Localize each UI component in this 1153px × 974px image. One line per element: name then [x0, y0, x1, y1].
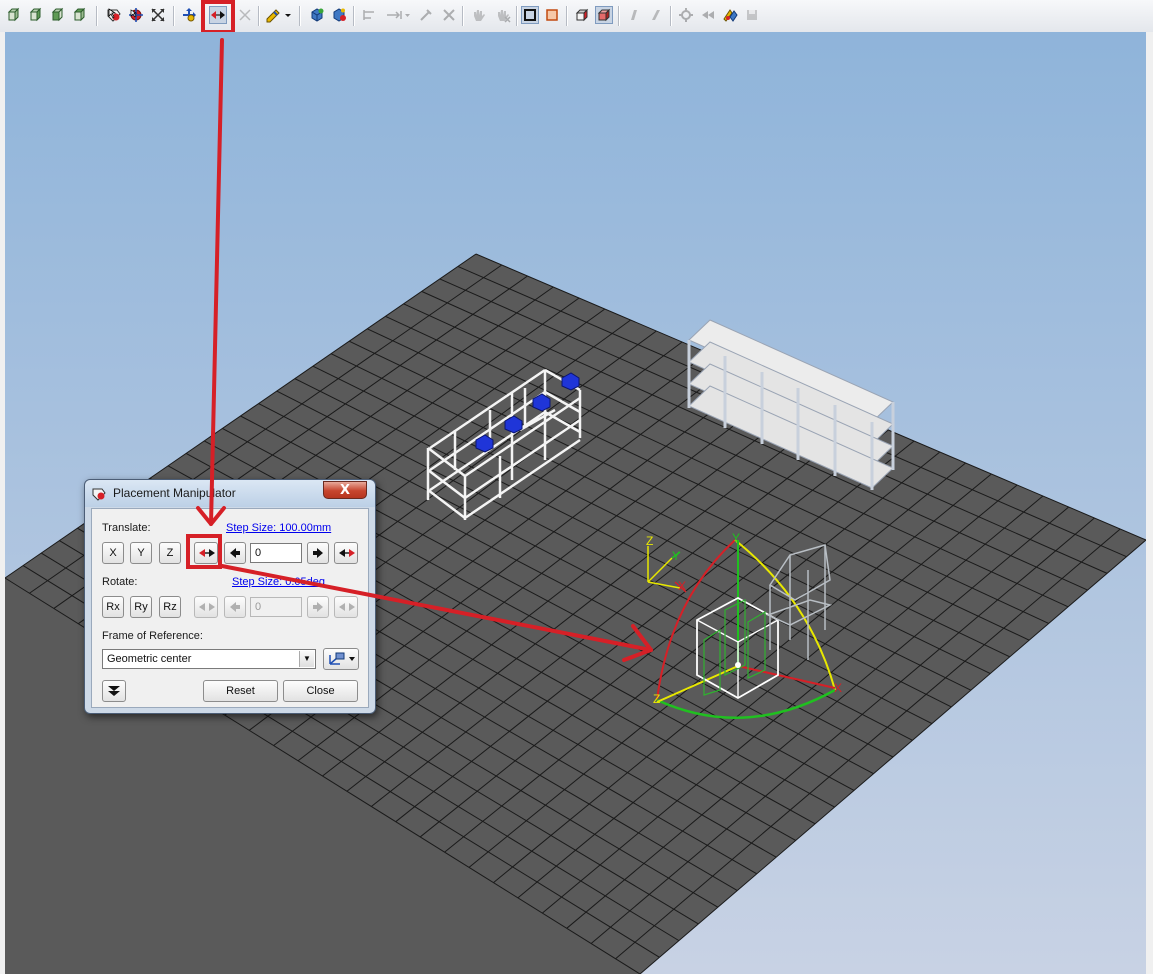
- translate-z-button[interactable]: Z: [159, 542, 181, 564]
- rotate-step-size-link[interactable]: Step Size: 0.05deg: [232, 576, 325, 588]
- iso-view-front-icon[interactable]: [5, 6, 23, 24]
- hand-icon: [470, 6, 488, 24]
- translate-value-input[interactable]: 0: [250, 543, 302, 563]
- align-icon: [361, 6, 379, 24]
- toolbar-separator: [670, 6, 672, 26]
- gizmo-label-z-small: Z: [646, 534, 653, 548]
- toolbar-separator: [96, 6, 98, 26]
- snap-axes-icon[interactable]: [180, 6, 198, 24]
- translate-label: Translate:: [102, 522, 151, 534]
- gizmo-label-x: X: [834, 681, 842, 695]
- snap-arrows-icon: [339, 549, 355, 557]
- box-view-icon[interactable]: [573, 6, 591, 24]
- rotate-rz-button[interactable]: Rz: [159, 596, 181, 618]
- disabled-tool-icon: [236, 6, 254, 24]
- dialog-title-bar[interactable]: Placement Manipulator X: [85, 480, 375, 507]
- translate-decrement-button[interactable]: [224, 542, 246, 564]
- gear-icon: [677, 6, 695, 24]
- arrow-left-icon: [230, 548, 240, 558]
- dialog-body: Translate: Step Size: 100.00mm X Y Z 0 R…: [91, 508, 369, 708]
- translate-x-button[interactable]: X: [102, 542, 124, 564]
- toolbar-separator: [516, 6, 518, 26]
- arrow-left-disabled-icon: [230, 602, 240, 612]
- snap-arrows-disabled-icon: [339, 603, 355, 611]
- translate-step-size-link[interactable]: Step Size: 100.00mm: [226, 522, 331, 534]
- double-chevron-down-icon: [108, 686, 120, 696]
- expand-dialog-button[interactable]: [102, 680, 126, 702]
- toolbar-separator: [618, 6, 620, 26]
- gizmo-label-y: Y: [732, 531, 740, 545]
- chevron-down-icon[interactable]: ▼: [299, 651, 314, 667]
- rotate-value-input: 0: [250, 597, 302, 617]
- iso-view-back-icon[interactable]: [71, 6, 89, 24]
- gizmo-label-x-small: X: [678, 579, 686, 593]
- dialog-title: Placement Manipulator: [113, 486, 236, 500]
- translate-snap-button[interactable]: [334, 542, 358, 564]
- pick-arrows-disabled-icon: [199, 603, 215, 611]
- frame-outline-icon[interactable]: [543, 6, 561, 24]
- placement-manipulator-dialog[interactable]: Placement Manipulator X Translate: Step …: [84, 479, 376, 714]
- frame-view-icon[interactable]: [521, 6, 539, 24]
- viewport-frame-left: [0, 32, 5, 974]
- toolbar-separator: [299, 6, 301, 26]
- viewport-frame-right: [1146, 32, 1153, 974]
- scale-icon[interactable]: [149, 6, 167, 24]
- close-button[interactable]: Close: [283, 680, 358, 702]
- save-view-icon: [743, 6, 761, 24]
- rotate-rx-button[interactable]: Rx: [102, 596, 124, 618]
- rotate-increment-button: [307, 596, 329, 618]
- rotate-decrement-button: [224, 596, 246, 618]
- frame-picker-button[interactable]: [323, 648, 359, 670]
- toolbar-separator: [173, 6, 175, 26]
- translate-y-button[interactable]: Y: [130, 542, 152, 564]
- frame-of-reference-value: Geometric center: [107, 653, 192, 665]
- dialog-close-button[interactable]: X: [323, 481, 367, 499]
- translate-increment-button[interactable]: [307, 542, 329, 564]
- arrow-right-disabled-icon: [313, 602, 323, 612]
- distribute-icon: [385, 6, 411, 24]
- iso-view-right-icon[interactable]: [27, 6, 45, 24]
- shape2-icon: [647, 6, 665, 24]
- toolbar-separator: [566, 6, 568, 26]
- scene-object-icon[interactable]: [308, 6, 326, 24]
- gizmo-center: [735, 662, 741, 668]
- frame-of-reference-select[interactable]: Geometric center ▼: [102, 649, 316, 669]
- iso-view-left-icon[interactable]: [49, 6, 67, 24]
- delete-icon: [440, 6, 458, 24]
- gizmo-label-z: Z: [653, 692, 660, 706]
- render-icon[interactable]: [721, 6, 739, 24]
- rewind-icon: [699, 6, 717, 24]
- dialog-highlight-box: [186, 534, 222, 569]
- tool-icon: [416, 6, 434, 24]
- toolbar-separator: [258, 6, 260, 26]
- rotate-label: Rotate:: [102, 576, 138, 588]
- arrow-right-icon: [313, 548, 323, 558]
- frame-of-reference-label: Frame of Reference:: [102, 630, 203, 642]
- reset-button[interactable]: Reset: [203, 680, 278, 702]
- move-select-icon[interactable]: [127, 6, 145, 24]
- rotate-pick-button: [194, 596, 218, 618]
- main-toolbar: [0, 0, 1153, 33]
- toolbar-separator: [462, 6, 464, 26]
- shape-icon: [625, 6, 643, 24]
- select-mode-icon[interactable]: [105, 6, 123, 24]
- rotate-ry-button[interactable]: Ry: [130, 596, 152, 618]
- pencil-dropdown-icon[interactable]: [265, 6, 293, 24]
- object-settings-icon[interactable]: [330, 6, 348, 24]
- manipulator-app-icon: [92, 488, 106, 501]
- hand-cross-icon: [494, 6, 512, 24]
- toolbar-separator: [353, 6, 355, 26]
- gizmo-label-y-small: Y: [672, 549, 680, 563]
- rotate-snap-button: [334, 596, 358, 618]
- frame-picker-icon: [329, 652, 355, 665]
- solid-box-icon[interactable]: [595, 6, 613, 24]
- toolbar-highlight-box: [201, 0, 235, 34]
